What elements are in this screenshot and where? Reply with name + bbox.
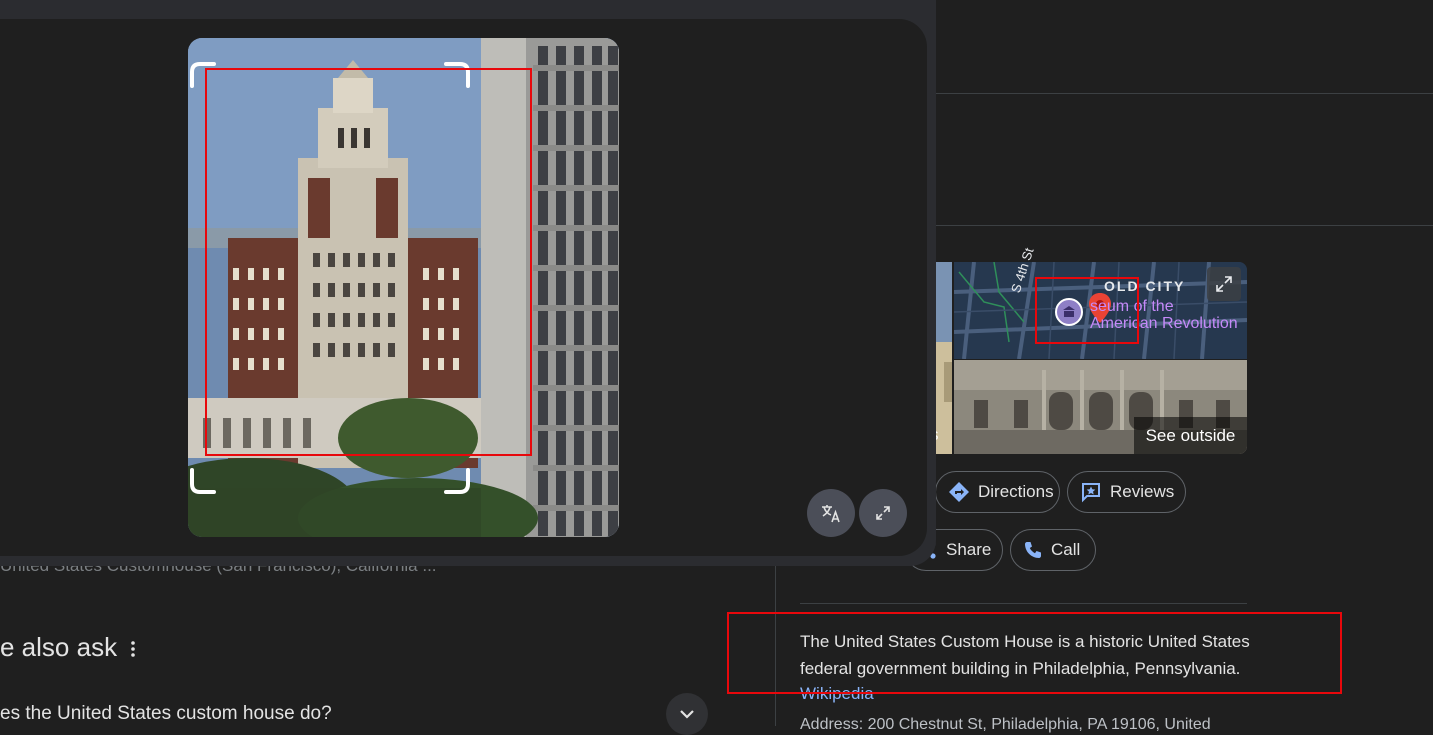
expand-map-button[interactable] [1207, 267, 1241, 301]
reviews-label: Reviews [1110, 482, 1175, 501]
translate-icon [822, 505, 840, 523]
divider [936, 93, 1433, 94]
expand-icon [1216, 276, 1232, 292]
people-also-ask-heading: e also ask [0, 632, 118, 662]
fullscreen-exit-icon [876, 506, 890, 520]
reviews-button[interactable]: Reviews [1067, 471, 1186, 513]
divider [800, 603, 1247, 604]
highlight-box-map-pin [1035, 277, 1139, 344]
phone-icon [1025, 542, 1041, 558]
fullscreen-button[interactable] [859, 489, 907, 537]
photo-tile-partial[interactable]: s [936, 262, 952, 454]
share-label: Share [946, 540, 992, 559]
translate-button[interactable] [807, 489, 855, 537]
directions-icon [949, 482, 969, 502]
more-vert-icon [131, 641, 135, 657]
chevron-down-icon [680, 710, 694, 719]
directions-button[interactable]: Directions [935, 471, 1060, 513]
directions-label: Directions [978, 482, 1054, 501]
call-label: Call [1051, 540, 1081, 559]
address-line: Address: 200 Chestnut St, Philadelphia, … [800, 716, 1211, 733]
expand-question-button[interactable] [666, 693, 708, 735]
highlight-box-building [205, 68, 532, 456]
more-options-button[interactable] [124, 638, 142, 660]
photo-tile-label: s [936, 425, 939, 445]
call-button[interactable]: Call [1010, 529, 1096, 571]
highlight-box-description [727, 612, 1342, 694]
reviews-icon [1082, 483, 1100, 503]
see-outside-label[interactable]: See outside [1134, 417, 1247, 454]
divider [936, 225, 1433, 226]
paa-question[interactable]: es the United States custom house do? [0, 703, 332, 725]
